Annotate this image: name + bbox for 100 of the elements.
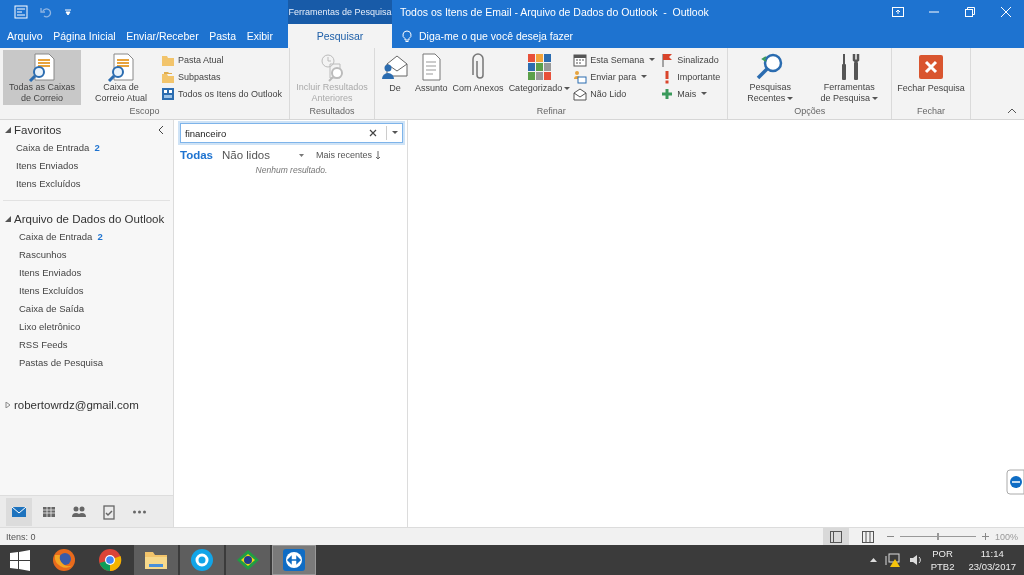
lightbulb-icon (402, 29, 412, 43)
plus-icon (660, 87, 675, 101)
ribbon-display-icon (892, 7, 904, 17)
filter-caret-icon[interactable] (298, 153, 304, 157)
folder-item[interactable]: RSS Feeds (19, 338, 68, 350)
ribbon-button[interactable]: Enviar para (573, 69, 660, 85)
tell-me-field[interactable]: Diga-me o que você deseja fazer (417, 29, 621, 43)
folder-item[interactable]: Lixo eletrônico (19, 320, 81, 332)
document-search-icon (27, 51, 57, 82)
folder-item[interactable]: Caixa de Entrada (19, 230, 93, 242)
view-button[interactable] (822, 528, 849, 545)
chrome-icon (97, 547, 123, 573)
folder-item[interactable]: Itens Excluídos (16, 177, 81, 189)
paperclip-icon (472, 53, 485, 81)
ribbon-tab[interactable]: Página Inicial (50, 24, 119, 48)
zoom-in-icon[interactable] (981, 533, 989, 540)
document-search-icon (106, 51, 136, 82)
taskbar-button[interactable] (180, 545, 224, 575)
firefox-icon (51, 547, 77, 573)
normal-view-icon (829, 530, 842, 543)
dropdown-caret-icon[interactable] (392, 131, 398, 135)
ribbon-tab[interactable]: Pesquisar (288, 24, 392, 48)
customize-caret-icon[interactable] (64, 8, 72, 16)
close-icon (1001, 7, 1011, 17)
folder-section-title[interactable]: robertowrdz@gmail.com (14, 399, 139, 411)
folders-icon (161, 70, 175, 84)
expand-arrow-icon[interactable] (5, 402, 11, 408)
filter-tab[interactable]: Todas (180, 149, 213, 161)
taskbar-button[interactable] (272, 545, 316, 575)
ribbon-button[interactable]: De (378, 50, 413, 105)
ribbon-button[interactable]: Esta Semana (573, 52, 660, 68)
caret-icon (641, 75, 648, 79)
remote-app-icon (282, 548, 306, 572)
caret-icon (787, 96, 794, 101)
ribbon-button[interactable]: Fechar Pesquisa (895, 50, 967, 105)
person-envelope-icon (573, 70, 588, 84)
folder-item[interactable]: Rascunhos (19, 248, 67, 260)
network-warning-icon[interactable] (884, 553, 901, 567)
flag-icon (660, 53, 675, 67)
folder-item[interactable]: Caixa de Saída (19, 302, 84, 314)
folder-item[interactable]: Pastas de Pesquisa (19, 356, 103, 368)
expand-arrow-icon[interactable] (5, 127, 11, 133)
expand-arrow-icon[interactable] (5, 216, 11, 222)
folder-item[interactable]: Itens Enviados (16, 159, 79, 171)
clock-date[interactable]: 23/03/2017 (968, 560, 1016, 573)
zoom-out-icon[interactable] (886, 533, 894, 540)
ribbon-button[interactable]: Pesquisas Recentes (731, 50, 810, 105)
empty-message: Nenhum resultado. (254, 165, 329, 175)
folder-item[interactable]: Itens Excluídos (19, 284, 84, 296)
arrow-down-icon (375, 150, 381, 160)
search-field[interactable]: financeiro (180, 123, 403, 143)
speaker-icon[interactable] (908, 554, 923, 566)
caret-icon (649, 58, 656, 62)
ribbon-button[interactable]: Subpastas (161, 69, 287, 85)
folder-section-title[interactable]: Arquivo de Dados do Outlook (14, 213, 165, 225)
send-receive-icon[interactable] (14, 5, 28, 19)
caret-icon (564, 86, 571, 91)
folder-item[interactable]: Itens Enviados (19, 266, 82, 278)
ribbon-button[interactable]: Não Lido (573, 86, 660, 102)
ribbon-tab[interactable]: Exibir (243, 24, 276, 48)
ribbon-button[interactable]: Ferramentas de Pesquisa (810, 50, 889, 105)
collapse-ribbon-icon[interactable] (1008, 108, 1016, 113)
unread-count: 2 (94, 141, 100, 153)
taskbar-button[interactable] (134, 545, 178, 575)
ribbon-button[interactable]: Caixa de Correio Atual (82, 50, 160, 105)
task-icon (101, 503, 117, 520)
flag-icon (235, 547, 261, 573)
windows-logo-icon (9, 549, 31, 571)
navigation-button[interactable] (6, 497, 32, 526)
unread-count: 2 (97, 230, 103, 242)
clock-time[interactable]: 11:14 (980, 547, 1004, 560)
ribbon-button[interactable]: Importante (660, 69, 725, 85)
window-title: Todos os Itens de Email - Arquivo de Dados do Outlook - Outlook (399, 5, 710, 20)
calendar-icon (573, 53, 588, 67)
sort-button[interactable]: Mais recentes (315, 150, 381, 160)
reading-view-icon (861, 530, 874, 543)
ribbon-button[interactable]: Pasta Atual (161, 52, 287, 68)
folder-item[interactable]: Caixa de Entrada (16, 141, 90, 153)
clear-search-icon[interactable] (369, 129, 377, 137)
ribbon-button[interactable]: Com Anexos (450, 50, 506, 105)
folder-section-title[interactable]: Favoritos (14, 124, 62, 136)
ribbon-button[interactable]: Sinalizado (660, 52, 725, 68)
filter-tab[interactable]: Não lidos (222, 149, 270, 161)
ribbon-button[interactable]: Todos os Itens do Outlook (161, 86, 287, 102)
side-tab-icon[interactable] (1006, 469, 1024, 495)
ribbon-button[interactable]: Todas as Caixas de Correio (3, 50, 81, 105)
chevron-up-icon[interactable] (869, 558, 877, 562)
ribbon-tab[interactable]: Enviar/Receber (123, 24, 202, 48)
ribbon-tab[interactable]: Arquivo (4, 24, 46, 48)
collapse-pane-icon[interactable] (158, 126, 164, 134)
ribbon-button[interactable]: Categorizado (506, 50, 573, 105)
more-icon (131, 509, 147, 514)
ribbon-button[interactable]: Mais (660, 86, 725, 102)
restore-icon (965, 7, 975, 17)
language-indicator[interactable]: POR (932, 547, 953, 560)
contextual-group-label: Ferramentas de Pesquisa (288, 7, 392, 17)
envelope-icon (573, 87, 588, 101)
ribbon-tab[interactable]: Pasta (206, 24, 240, 48)
ribbon-button[interactable]: Assunto (413, 50, 450, 105)
keyboard-layout[interactable]: PTB2 (930, 560, 955, 573)
